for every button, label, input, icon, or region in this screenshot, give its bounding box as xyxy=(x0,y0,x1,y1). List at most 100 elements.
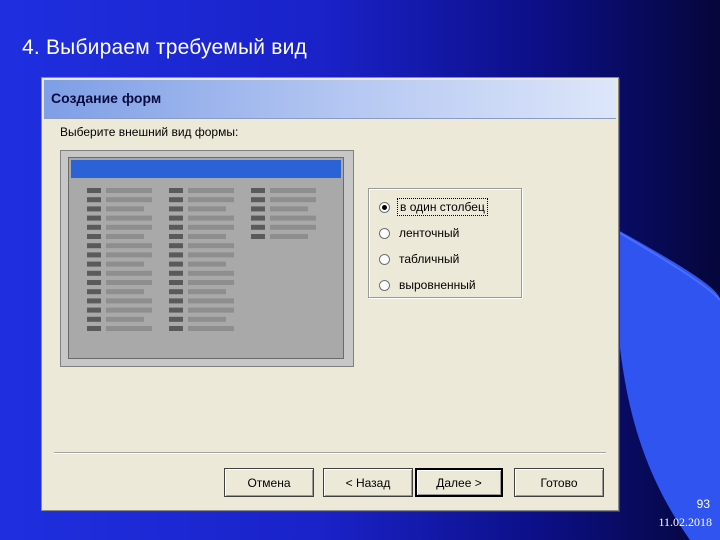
preview-field-label xyxy=(87,289,101,295)
option-label-tabular: ленточный xyxy=(399,226,460,240)
preview-field-box xyxy=(188,280,234,285)
preview-field-box xyxy=(106,307,152,313)
preview-field-label xyxy=(169,261,183,267)
preview-field-label xyxy=(169,197,183,203)
preview-field-label xyxy=(87,234,101,239)
preview-field-label xyxy=(169,289,183,295)
preview-field-box xyxy=(188,326,234,331)
preview-field-label xyxy=(87,298,101,304)
finish-button[interactable]: Готово xyxy=(514,468,604,497)
preview-field-label xyxy=(169,280,183,285)
preview-field-box xyxy=(106,326,152,331)
layout-prompt: Выберите внешний вид формы: xyxy=(60,125,239,139)
option-label-datasheet: табличный xyxy=(399,252,460,266)
preview-field-box xyxy=(106,280,152,285)
preview-field-box xyxy=(106,261,144,267)
radio-option-justified[interactable]: выровненный xyxy=(379,276,476,294)
preview-field-box xyxy=(188,206,226,212)
preview-field-box xyxy=(270,234,308,239)
preview-field-box xyxy=(188,270,234,276)
preview-field-box xyxy=(188,215,234,221)
next-button[interactable]: Далее > xyxy=(415,468,503,497)
preview-field-box xyxy=(106,224,152,230)
preview-field-box xyxy=(106,188,152,193)
preview-field-label xyxy=(169,188,183,193)
form-wizard-dialog: Создание форм Выберите внешний вид формы… xyxy=(41,77,619,511)
preview-field-box xyxy=(188,289,226,295)
preview-field-label xyxy=(87,261,101,267)
preview-field-label xyxy=(169,206,183,212)
preview-field-label xyxy=(251,224,265,230)
preview-field-box xyxy=(106,270,152,276)
preview-field-label xyxy=(169,316,183,322)
preview-field-label xyxy=(169,307,183,313)
preview-field-box xyxy=(106,197,152,203)
preview-field-label xyxy=(251,188,265,193)
preview-field-box xyxy=(188,243,234,249)
preview-field-box xyxy=(188,197,234,203)
wizard-header: Создание форм xyxy=(44,80,616,119)
preview-field-label xyxy=(87,243,101,249)
radio-button-datasheet[interactable] xyxy=(379,253,390,265)
radio-option-tabular[interactable]: ленточный xyxy=(379,224,459,242)
slide-page-number: 93 xyxy=(696,497,710,511)
layout-option-group: в один столбец ленточный табличный выров… xyxy=(368,188,522,298)
preview-field-box xyxy=(188,252,234,258)
preview-field-box xyxy=(106,215,152,221)
wizard-heading: Создание форм xyxy=(51,90,162,106)
preview-field-label xyxy=(251,206,265,212)
preview-field-box xyxy=(106,206,144,212)
preview-field-box xyxy=(188,261,226,267)
preview-field-label xyxy=(87,215,101,221)
preview-field-label xyxy=(87,270,101,276)
radio-option-datasheet[interactable]: табличный xyxy=(379,250,459,268)
preview-field-box xyxy=(270,188,316,193)
preview-field-label xyxy=(87,307,101,313)
preview-field-label xyxy=(169,215,183,221)
preview-field-box xyxy=(106,252,152,258)
preview-field-label xyxy=(87,197,101,203)
preview-field-label xyxy=(87,280,101,285)
radio-option-columnar[interactable]: в один столбец xyxy=(379,198,488,216)
radio-button-tabular[interactable] xyxy=(379,227,390,239)
preview-field-label xyxy=(87,206,101,212)
layout-preview xyxy=(60,150,354,367)
preview-field-label xyxy=(169,243,183,249)
preview-field-label xyxy=(87,326,101,331)
preview-field-box xyxy=(188,307,234,313)
preview-field-box xyxy=(188,224,234,230)
preview-field-box xyxy=(188,188,234,193)
radio-selected-dot xyxy=(382,204,387,210)
preview-field-box xyxy=(270,206,308,212)
slide-title: 4. Выбираем требуемый вид xyxy=(22,36,308,59)
preview-field-label xyxy=(169,234,183,239)
preview-field-box xyxy=(270,224,316,230)
preview-field-label xyxy=(87,316,101,322)
button-separator xyxy=(54,452,606,454)
preview-field-label xyxy=(87,252,101,258)
preview-field-label xyxy=(251,197,265,203)
preview-field-box xyxy=(106,234,144,239)
preview-field-label xyxy=(169,298,183,304)
preview-field-box xyxy=(270,215,316,221)
preview-field-box xyxy=(106,298,152,304)
preview-field-label xyxy=(169,224,183,230)
preview-field-box xyxy=(106,289,144,295)
preview-field-box xyxy=(188,316,226,322)
layout-preview-canvas xyxy=(68,157,344,359)
preview-field-box xyxy=(188,298,234,304)
preview-field-label xyxy=(169,270,183,276)
preview-field-label xyxy=(169,252,183,258)
option-label-columnar: в один столбец xyxy=(397,198,488,216)
preview-field-box xyxy=(270,197,316,203)
preview-field-label xyxy=(251,234,265,239)
preview-field-label xyxy=(169,326,183,331)
preview-field-box xyxy=(106,316,144,322)
cancel-button[interactable]: Отмена xyxy=(224,468,314,497)
radio-button-justified[interactable] xyxy=(379,279,390,291)
slide-date: 11.02.2018 xyxy=(658,515,712,529)
preview-field-placeholders xyxy=(87,188,316,331)
back-button[interactable]: < Назад xyxy=(323,468,413,497)
preview-field-label xyxy=(251,215,265,221)
radio-button-columnar[interactable] xyxy=(379,201,390,213)
